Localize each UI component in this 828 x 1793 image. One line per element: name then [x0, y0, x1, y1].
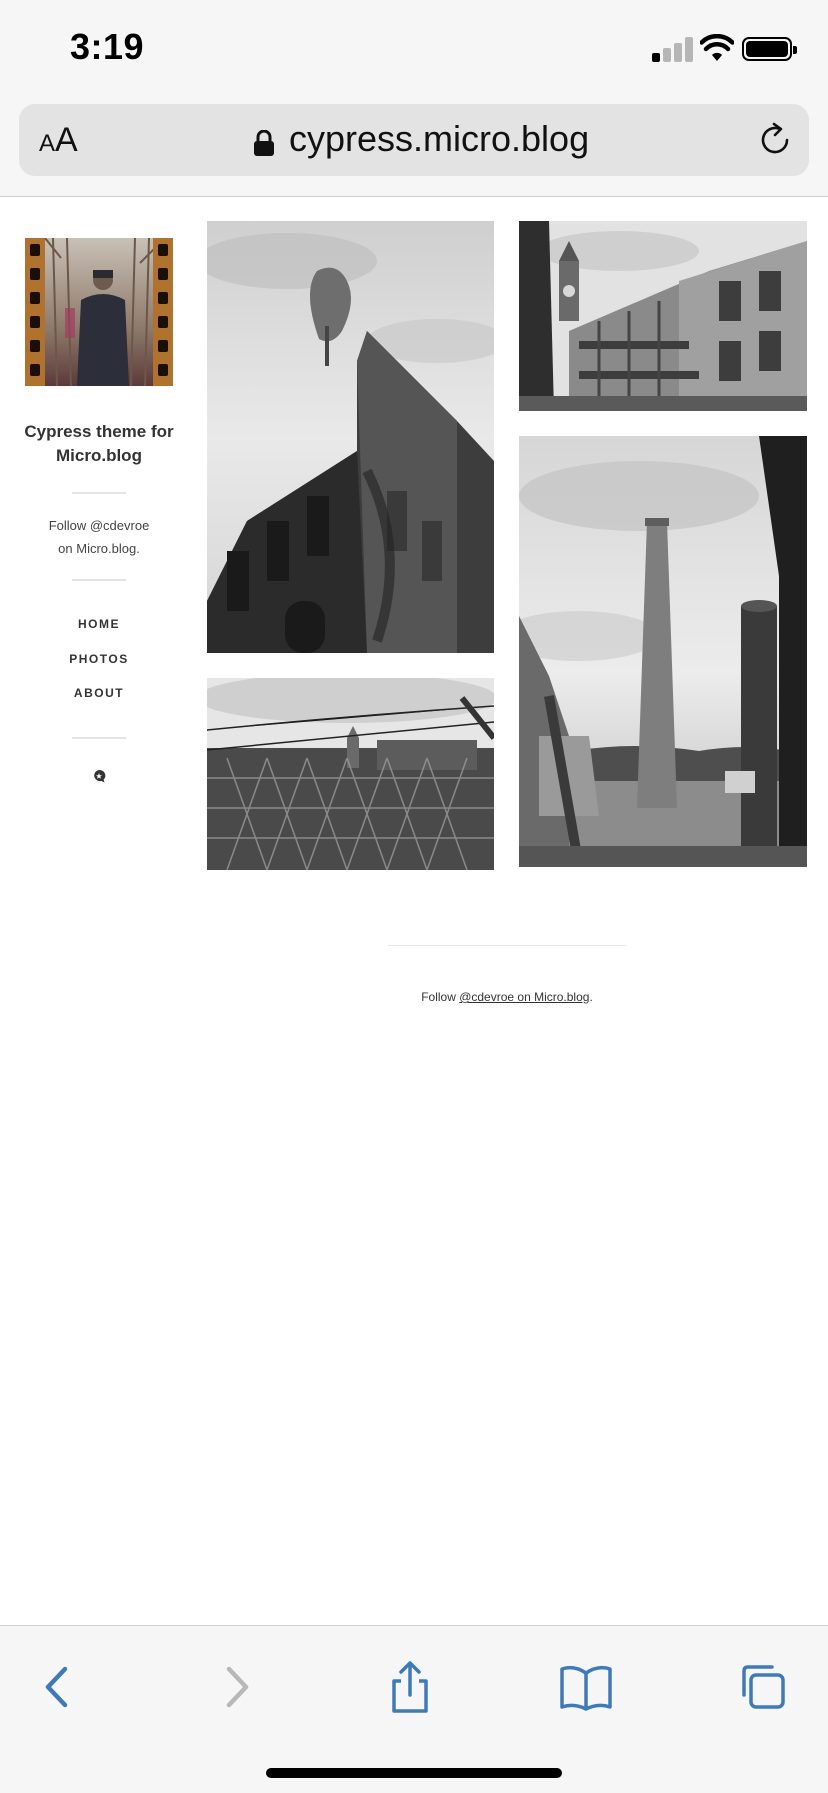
- divider: [72, 737, 126, 739]
- divider: [72, 492, 126, 494]
- signal-icon: [652, 36, 693, 62]
- browser-address-area: AA cypress.micro.blog: [0, 100, 828, 197]
- footer-divider: [388, 945, 626, 946]
- tabs-icon[interactable]: [734, 1659, 790, 1715]
- avatar[interactable]: [25, 238, 173, 386]
- sidebar-follow-text: Follow @cdevroe on Micro.blog.: [48, 518, 150, 556]
- battery-icon: [742, 37, 797, 61]
- text-size-button[interactable]: AA: [39, 120, 78, 160]
- nav-about[interactable]: ABOUT: [24, 686, 174, 700]
- divider: [72, 579, 126, 581]
- photo-smokestack[interactable]: [519, 436, 807, 867]
- photo-barbed-wire-fence[interactable]: [207, 678, 494, 870]
- bookmarks-icon[interactable]: [558, 1659, 614, 1715]
- browser-toolbar: [0, 1625, 828, 1793]
- footer-follow: Follow @cdevroe on Micro.blog.: [421, 990, 593, 1004]
- photo-factory-clock-tower[interactable]: [519, 221, 807, 411]
- back-icon[interactable]: [30, 1659, 86, 1715]
- reload-icon[interactable]: [757, 122, 793, 158]
- lock-icon: [254, 130, 274, 156]
- forward-icon: [226, 1666, 249, 1708]
- nav-photos[interactable]: PHOTOS: [24, 652, 174, 666]
- share-icon[interactable]: [382, 1659, 438, 1715]
- footer-profile-link[interactable]: @cdevroe on Micro.blog: [459, 990, 589, 1004]
- photo-brick-building-tree[interactable]: [207, 221, 494, 653]
- url-text[interactable]: cypress.micro.blog: [289, 118, 589, 160]
- address-bar[interactable]: AA cypress.micro.blog: [19, 104, 809, 176]
- nav-home[interactable]: HOME: [24, 617, 174, 631]
- site-title[interactable]: Cypress theme for Micro.blog: [14, 420, 184, 468]
- status-bar: 3:19: [0, 0, 828, 100]
- wifi-icon: [700, 34, 734, 61]
- home-indicator[interactable]: [266, 1768, 562, 1778]
- status-time: 3:19: [70, 26, 145, 67]
- microblog-icon[interactable]: [92, 769, 106, 783]
